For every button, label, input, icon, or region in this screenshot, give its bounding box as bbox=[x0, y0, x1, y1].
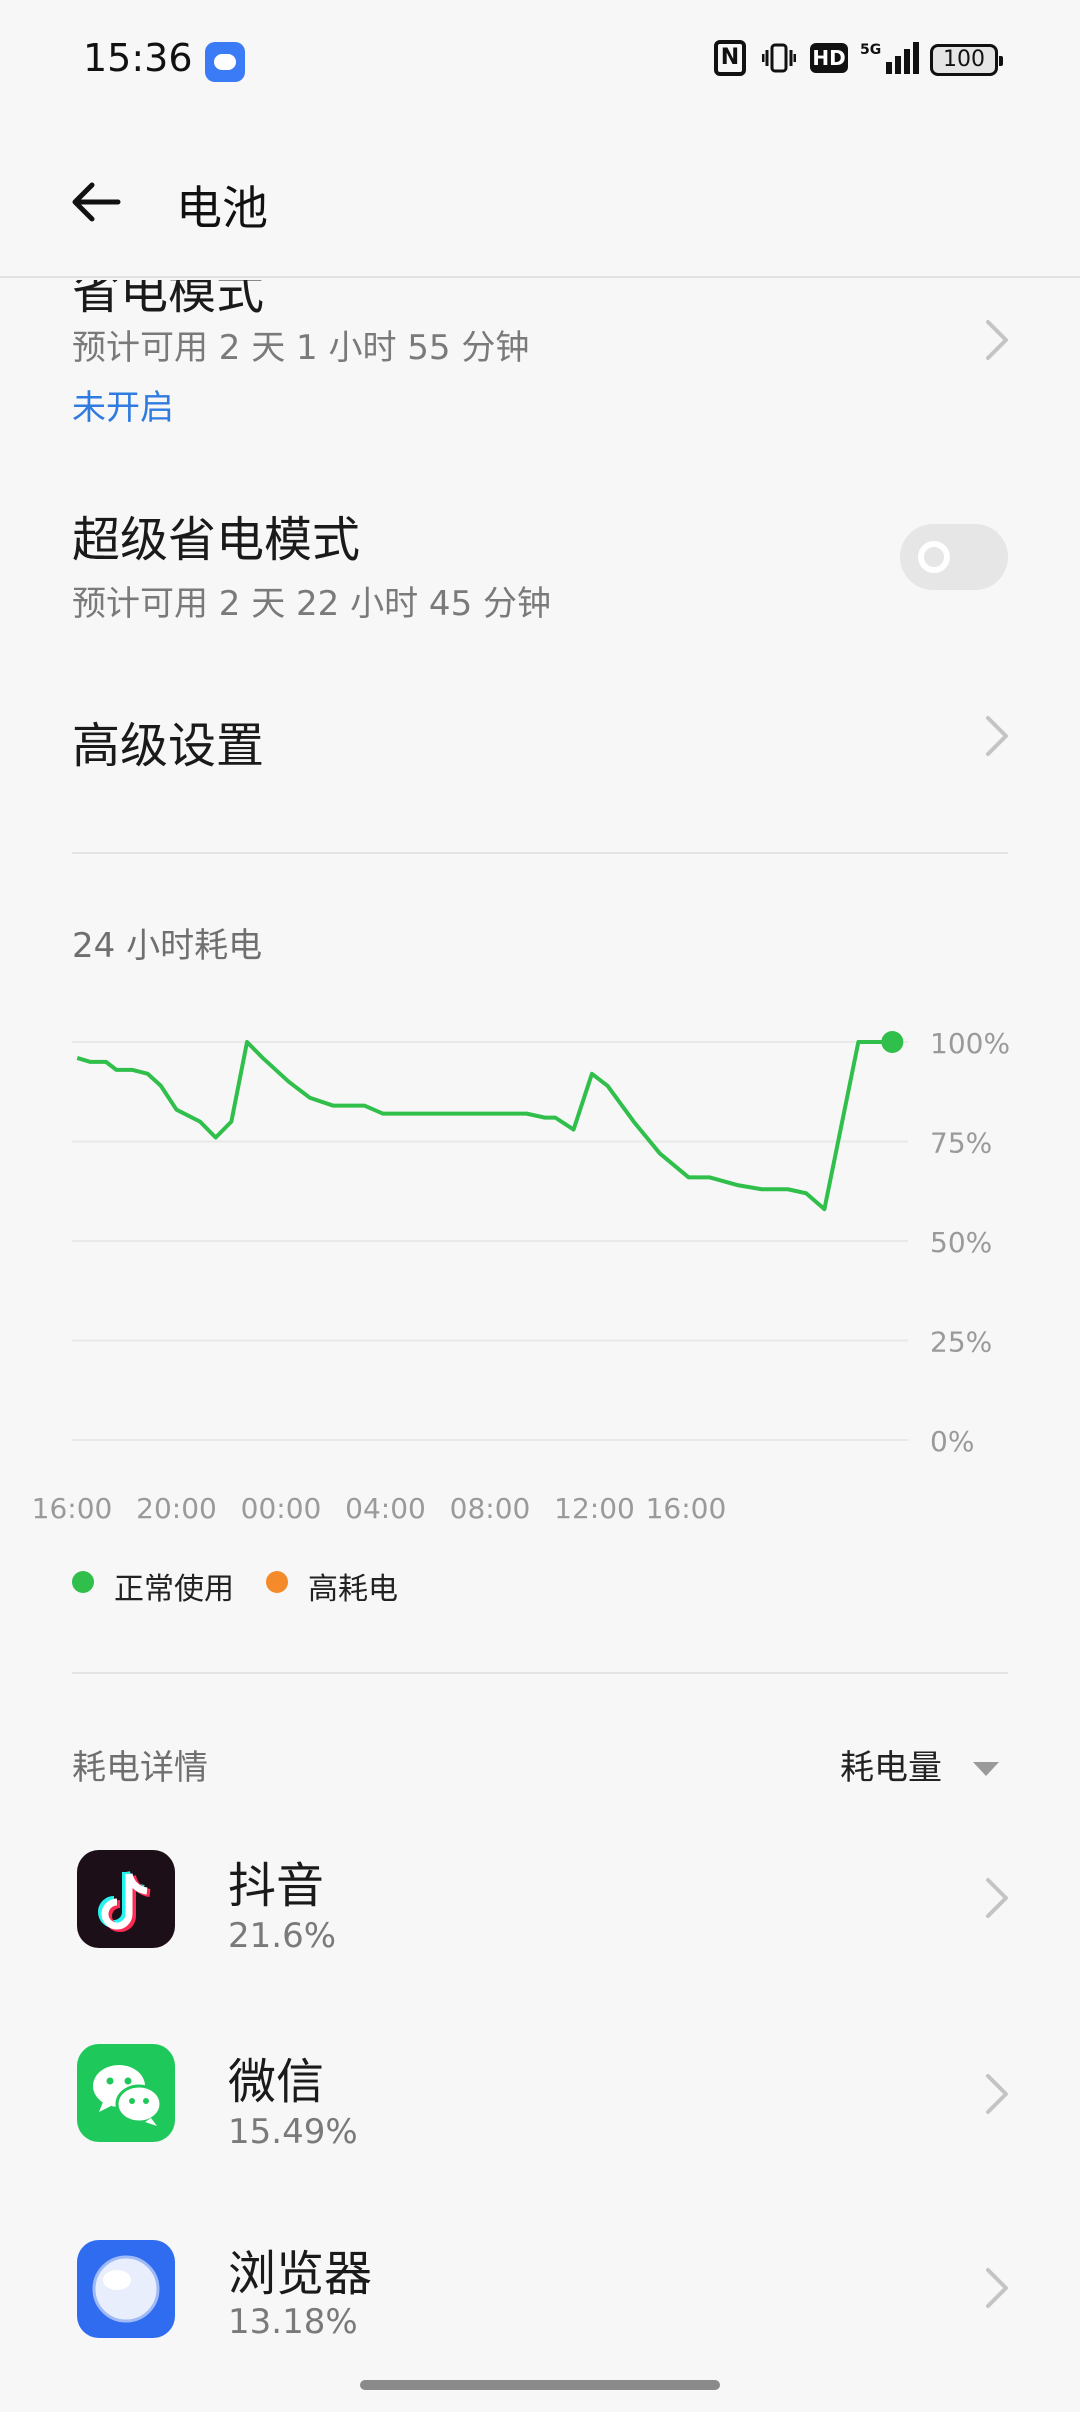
advanced-settings-title[interactable]: 高级设置 bbox=[72, 706, 264, 776]
y-tick-label: 75% bbox=[930, 1127, 992, 1160]
y-tick-label: 25% bbox=[930, 1326, 992, 1359]
douyin-icon bbox=[77, 1850, 175, 1948]
toggle-knob bbox=[918, 541, 950, 573]
power-saving-estimate: 预计可用 2 天 1 小时 55 分钟 bbox=[72, 328, 530, 368]
x-tick-label: 08:00 bbox=[450, 1492, 531, 1525]
details-title: 耗电详情 bbox=[72, 1748, 208, 1788]
cloud-app-icon bbox=[205, 42, 245, 82]
battery-icon: 100 bbox=[930, 44, 1003, 76]
x-tick-label: 16:00 bbox=[646, 1492, 727, 1525]
chevron-right-icon bbox=[982, 2266, 1012, 2310]
legend-label-high: 高耗电 bbox=[308, 1572, 398, 1607]
app-percent: 15.49% bbox=[228, 2112, 358, 2152]
app-row-browser[interactable]: 浏览器 13.18% bbox=[0, 2210, 1080, 2380]
app-name: 浏览器 bbox=[228, 2246, 373, 2302]
home-indicator[interactable] bbox=[360, 2380, 720, 2390]
app-name: 微信 bbox=[228, 2054, 325, 2110]
status-time: 15:36 bbox=[83, 36, 193, 80]
sort-label: 耗电量 bbox=[840, 1748, 942, 1788]
x-tick-label: 04:00 bbox=[345, 1492, 426, 1525]
page-title: 电池 bbox=[176, 181, 268, 235]
series-line bbox=[76, 1040, 893, 1212]
5g-signal-icon: 5G bbox=[860, 40, 920, 76]
section-divider bbox=[72, 852, 1008, 854]
app-row-douyin[interactable]: 抖音 21.6% bbox=[0, 1820, 1080, 1990]
caret-down-icon bbox=[972, 1761, 999, 1776]
browser-icon bbox=[77, 2240, 175, 2338]
super-saving-toggle[interactable] bbox=[900, 524, 1008, 590]
chevron-right-icon bbox=[982, 1876, 1012, 1920]
svg-text:5G: 5G bbox=[860, 42, 881, 58]
app-percent: 13.18% bbox=[228, 2302, 358, 2342]
y-tick-label: 50% bbox=[930, 1226, 992, 1259]
wechat-icon bbox=[77, 2044, 175, 2142]
app-row-wechat[interactable]: 微信 15.49% bbox=[0, 2016, 1080, 2186]
current-level-point bbox=[881, 1031, 904, 1053]
app-name: 抖音 bbox=[228, 1858, 325, 1914]
power-saving-row[interactable]: 省电模式 预计可用 2 天 1 小时 55 分钟 未开启 bbox=[0, 280, 1080, 440]
nfc-icon: N bbox=[714, 40, 746, 76]
app-percent: 21.6% bbox=[228, 1916, 337, 1956]
hd-icon: HD bbox=[810, 43, 848, 73]
x-tick-label: 12:00 bbox=[554, 1492, 635, 1525]
super-saving-estimate: 预计可用 2 天 22 小时 45 分钟 bbox=[72, 584, 552, 624]
power-saving-state: 未开启 bbox=[72, 388, 174, 428]
vibrate-icon bbox=[761, 40, 797, 76]
legend-label-normal: 正常使用 bbox=[114, 1572, 234, 1607]
usage-chart-title: 24 小时耗电 bbox=[72, 926, 263, 966]
y-tick-label: 0% bbox=[930, 1425, 974, 1458]
power-saving-title: 省电模式 bbox=[72, 280, 265, 320]
x-tick-label: 16:00 bbox=[32, 1492, 113, 1525]
x-tick-label: 20:00 bbox=[136, 1492, 217, 1525]
sort-dropdown[interactable]: 耗电量 bbox=[840, 1740, 999, 1789]
legend-dot-normal bbox=[72, 1571, 94, 1593]
arrow-left-icon[interactable] bbox=[66, 172, 126, 232]
chevron-right-icon bbox=[982, 318, 1012, 362]
chevron-right-icon bbox=[982, 714, 1012, 758]
header-divider bbox=[0, 276, 1080, 278]
usage-chart: 100% 75% 50% 25% 0% 16:00 20:00 00:00 04:00 08:00… bbox=[32, 1027, 1010, 1525]
super-saving-title: 超级省电模式 bbox=[72, 512, 361, 568]
section-divider bbox=[72, 1672, 1008, 1674]
y-tick-label: 100% bbox=[930, 1027, 1010, 1060]
x-tick-label: 00:00 bbox=[241, 1492, 322, 1525]
chevron-right-icon bbox=[982, 2072, 1012, 2116]
legend-dot-high bbox=[266, 1571, 288, 1593]
